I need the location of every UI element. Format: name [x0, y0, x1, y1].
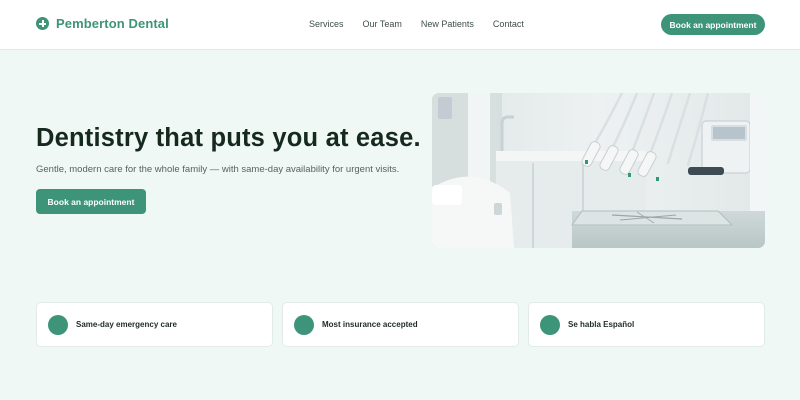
plus-circle-icon [36, 17, 49, 30]
nav-link-contact[interactable]: Contact [493, 19, 524, 29]
dot-icon [48, 315, 68, 335]
dental-clinic-illustration [432, 93, 765, 248]
brand-logo-link[interactable]: Pemberton Dental [36, 16, 169, 31]
nav-link-services[interactable]: Services [309, 19, 344, 29]
feature-card-emergency-care: Same-day emergency care [36, 302, 273, 347]
header-book-appointment-button[interactable]: Book an appointment [661, 14, 765, 35]
dot-icon [540, 315, 560, 335]
feature-label: Most insurance accepted [322, 320, 418, 329]
brand-name: Pemberton Dental [56, 16, 169, 31]
feature-card-insurance: Most insurance accepted [282, 302, 519, 347]
hero-book-appointment-button[interactable]: Book an appointment [36, 189, 146, 214]
feature-label: Se habla Español [568, 320, 635, 329]
features-row: Same-day emergency care Most insurance a… [36, 302, 765, 347]
site-header: Pemberton Dental Services Our Team New P… [0, 0, 800, 50]
hero-subtitle: Gentle, modern care for the whole family… [36, 164, 400, 175]
dot-icon [294, 315, 314, 335]
feature-card-spanish: Se habla Español [528, 302, 765, 347]
main-nav: Services Our Team New Patients Contact [309, 19, 524, 29]
feature-label: Same-day emergency care [76, 320, 177, 329]
hero-title: Dentistry that puts you at ease. [36, 124, 421, 152]
hero-image-dental-clinic [432, 93, 765, 248]
nav-link-new-patients[interactable]: New Patients [421, 19, 474, 29]
nav-link-our-team[interactable]: Our Team [363, 19, 402, 29]
